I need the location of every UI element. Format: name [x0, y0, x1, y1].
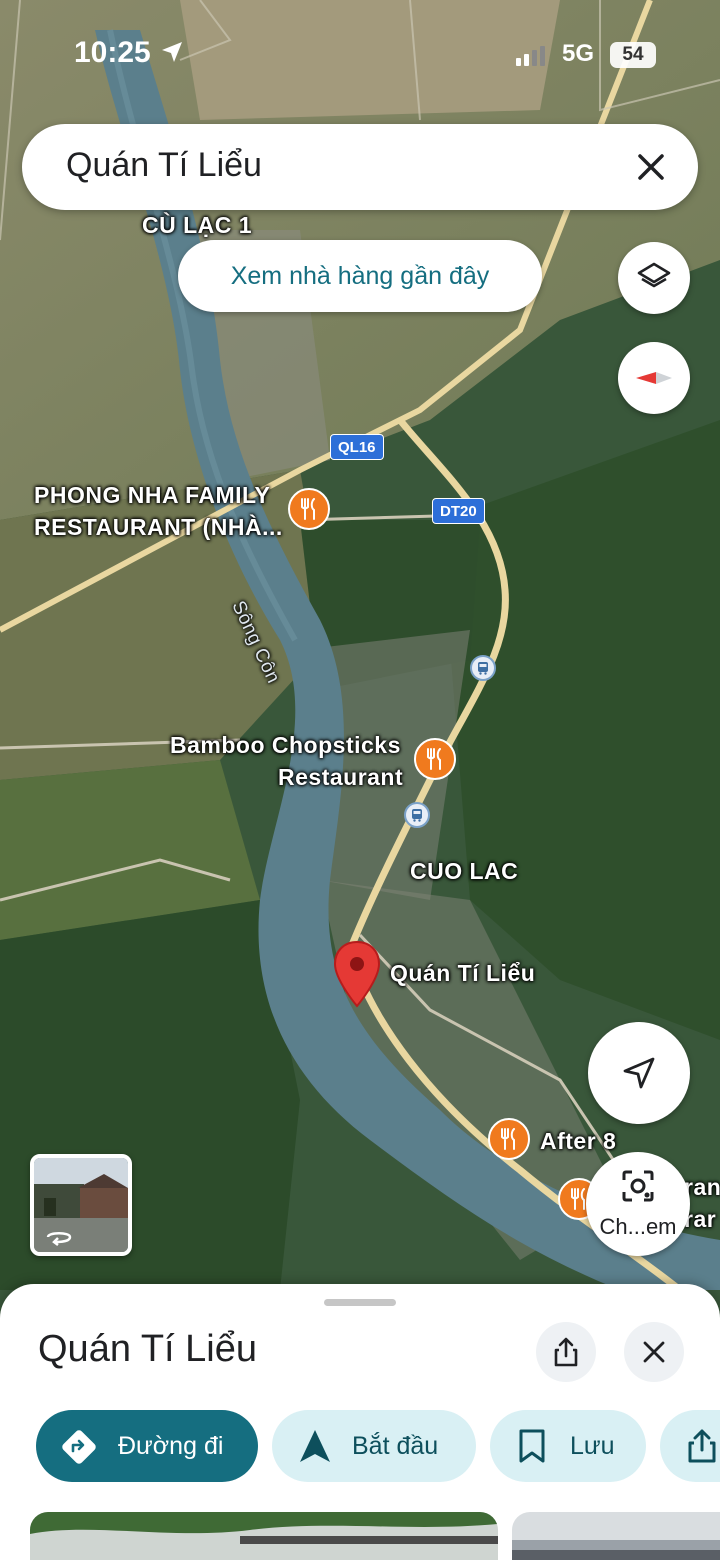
directions-button[interactable]: Đường đi	[36, 1410, 258, 1482]
compass-button[interactable]	[618, 342, 690, 414]
selected-place-label[interactable]: Quán Tí Liểu	[390, 958, 535, 988]
restaurant-pin-icon[interactable]	[488, 1118, 530, 1160]
route-shield-ql16: QL16	[330, 434, 384, 460]
lens-search-button[interactable]: Ch...em	[586, 1152, 690, 1256]
layers-icon	[637, 262, 671, 288]
share-button[interactable]	[536, 1322, 596, 1382]
status-time: 10:25	[74, 36, 151, 69]
share-icon	[554, 1337, 578, 1367]
start-navigation-button[interactable]: Bắt đầu	[272, 1410, 476, 1482]
directions-icon	[62, 1430, 96, 1464]
lens-label: Ch...em	[599, 1214, 677, 1239]
place-bottom-sheet[interactable]: Quán Tí Liểu Đường đi Bắt đầu Lưu	[0, 1284, 720, 1560]
location-services-icon	[160, 40, 184, 69]
place-photo[interactable]	[512, 1512, 720, 1560]
route-shield-dt20: DT20	[432, 498, 485, 524]
poi-label-bamboo-line2[interactable]: Restaurant	[278, 762, 403, 792]
restaurant-pin-icon[interactable]	[288, 488, 330, 530]
place-photo-image	[512, 1512, 720, 1560]
selected-place-pin-icon[interactable]	[332, 940, 382, 1013]
village-label-cu-lac-1[interactable]: CÙ LẠC 1	[142, 210, 252, 240]
bus-stop-icon[interactable]	[404, 802, 430, 828]
poi-label-phong-nha-line1[interactable]: PHONG NHA FAMILY	[34, 480, 270, 510]
close-icon	[643, 1341, 665, 1363]
poi-label-bamboo-line1[interactable]: Bamboo Chopsticks	[170, 730, 401, 760]
restaurant-pin-icon[interactable]	[414, 738, 456, 780]
network-type: 5G	[562, 40, 595, 67]
save-button[interactable]: Lưu	[490, 1410, 646, 1482]
search-query[interactable]: Quán Tí Liểu	[66, 146, 262, 185]
place-title: Quán Tí Liểu	[38, 1328, 258, 1370]
place-photo-image	[30, 1512, 498, 1560]
directions-label: Đường đi	[118, 1432, 224, 1460]
camera-lens-icon	[622, 1170, 654, 1202]
poi-label-phong-nha-line2[interactable]: RESTAURANT (NHÀ...	[34, 512, 283, 542]
navigation-arrow-icon	[300, 1430, 330, 1462]
compass-icon	[636, 372, 672, 384]
bus-stop-icon[interactable]	[470, 655, 496, 681]
navigation-arrow-icon	[623, 1057, 655, 1089]
place-photo[interactable]	[30, 1512, 498, 1560]
battery-level: 54	[610, 42, 656, 68]
bookmark-icon	[519, 1429, 545, 1463]
share-icon	[688, 1429, 716, 1463]
street-view-thumbnail[interactable]	[30, 1154, 132, 1256]
start-label: Bắt đầu	[352, 1432, 439, 1460]
search-bar[interactable]: Quán Tí Liểu	[22, 124, 698, 210]
close-sheet-button[interactable]	[624, 1322, 684, 1382]
clear-search-icon[interactable]	[634, 150, 668, 184]
status-bar: 10:25 5G 54	[0, 30, 720, 78]
my-location-button[interactable]	[588, 1022, 690, 1124]
share-chip-button[interactable]	[660, 1410, 720, 1482]
poi-label-after-8[interactable]: After 8	[540, 1126, 616, 1156]
signal-strength-icon	[514, 46, 548, 71]
save-label: Lưu	[570, 1432, 615, 1460]
village-label-cuo-lac[interactable]: CUO LAC	[410, 856, 518, 886]
sheet-drag-handle[interactable]	[324, 1299, 396, 1306]
nearby-restaurants-button[interactable]: Xem nhà hàng gần đây	[178, 240, 542, 312]
layers-button[interactable]	[618, 242, 690, 314]
rotate-360-icon	[46, 1232, 72, 1246]
